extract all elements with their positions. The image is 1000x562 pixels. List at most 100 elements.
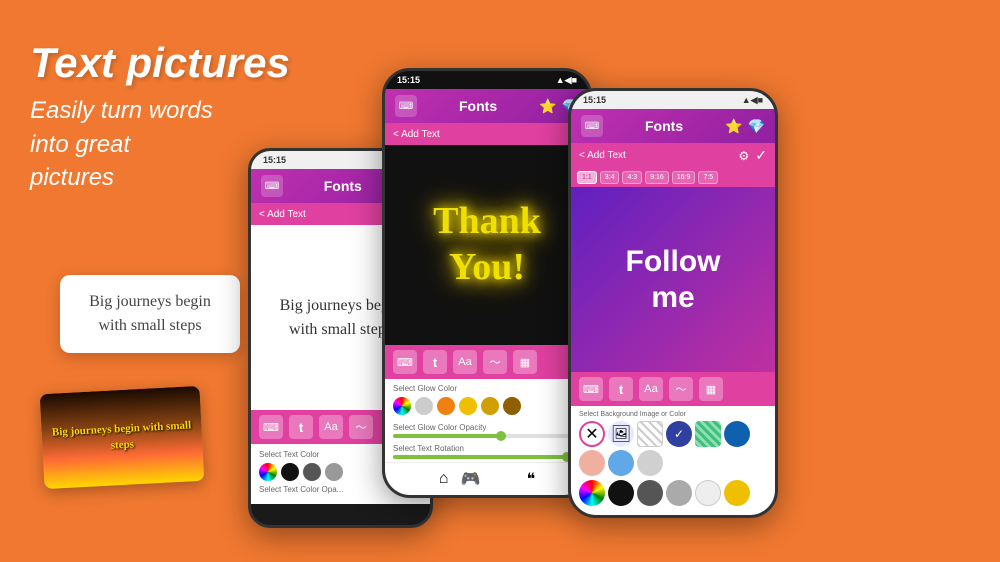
- glow-gold-swatch[interactable]: [481, 397, 499, 415]
- phone2-keyboard-icon[interactable]: ⌨: [395, 95, 417, 117]
- phone3-fill: [579, 516, 767, 518]
- glow-yellow-swatch[interactable]: [459, 397, 477, 415]
- slider-thumb[interactable]: [496, 431, 506, 441]
- stripe-swatch[interactable]: [637, 421, 663, 447]
- phone-2: 15:15 ▲◀■ ⌨ Fonts ⭐ 💎 < Add Text ⚙ Thank…: [382, 68, 592, 498]
- phone2-curve[interactable]: 〜: [483, 350, 507, 374]
- phone3-slider[interactable]: [579, 516, 767, 518]
- bg-white-swatch[interactable]: [695, 480, 721, 506]
- glow-opacity-slider[interactable]: [393, 434, 581, 438]
- phone2-toolbar: ⌨ t Aa 〜 ▦: [385, 345, 589, 379]
- card-photo-text: Big journeys begin with small steps: [49, 418, 194, 456]
- glow-color-section: Select Glow Color: [385, 379, 589, 420]
- polkadot-swatch[interactable]: [608, 450, 634, 476]
- phone3-curve[interactable]: 〜: [669, 377, 693, 401]
- phone2-align[interactable]: Aa: [453, 350, 477, 374]
- phone3-extra[interactable]: ▦: [699, 377, 723, 401]
- phone1-back-text: < Add Text: [259, 209, 306, 220]
- ps-nav-icon[interactable]: Ps: [492, 471, 514, 488]
- phone3-status-bar: 15:15 ▲◀■: [571, 91, 775, 109]
- ratio-16-9[interactable]: 16:9: [672, 171, 696, 184]
- card-white: Big journeys begin with small steps: [60, 275, 240, 353]
- follow-me-text: Follow me: [626, 244, 721, 316]
- keyboard-toolbar-icon[interactable]: ⌨: [259, 415, 283, 439]
- text-style-icon[interactable]: t: [289, 415, 313, 439]
- darkgray-swatch[interactable]: [303, 463, 321, 481]
- phone3-sub-bar[interactable]: < Add Text ⚙ ✓: [571, 143, 775, 168]
- phone2-status-bar: 15:15 ▲◀■: [385, 71, 589, 89]
- ratio-3-4[interactable]: 3:4: [600, 171, 620, 184]
- bg-image-section: Select Background Image or Color ✕ 🖼 ✓: [571, 406, 775, 511]
- text-rotation-label: Select Text Rotation: [393, 444, 581, 453]
- phone3-align[interactable]: Aa: [639, 377, 663, 401]
- card-photo: Big journeys begin with small steps: [40, 386, 205, 489]
- ratio-7-5[interactable]: 7:5: [698, 171, 718, 184]
- glow-rainbow-swatch[interactable]: [393, 397, 411, 415]
- phone2-back-text: < Add Text: [393, 129, 440, 140]
- phone2-top-bar: ⌨ Fonts ⭐ 💎: [385, 89, 589, 123]
- slider-fill: [393, 434, 506, 438]
- phone-3: 15:15 ▲◀■ ⌨ Fonts ⭐ 💎 < Add Text ⚙ ✓ 1:1…: [568, 88, 778, 518]
- phone3-back-text: < Add Text: [579, 150, 626, 161]
- phone2-extra[interactable]: ▦: [513, 350, 537, 374]
- glow-lightgray-swatch[interactable]: [415, 397, 433, 415]
- phone2-text-style[interactable]: t: [423, 350, 447, 374]
- phone3-toolbar: ⌨ t Aa 〜 ▦: [571, 372, 775, 406]
- phone3-top-bar: ⌨ Fonts ⭐ 💎: [571, 109, 775, 143]
- text-rotation-row: Select Text Rotation: [385, 441, 589, 462]
- bg-swatches: ✕ 🖼 ✓: [579, 421, 767, 476]
- lightgray-swatch[interactable]: [637, 450, 663, 476]
- glow-darkgold-swatch[interactable]: [503, 397, 521, 415]
- curve-icon[interactable]: 〜: [349, 415, 373, 439]
- check-pattern-swatch[interactable]: [695, 421, 721, 447]
- image-picker-icon[interactable]: 🖼: [608, 421, 634, 447]
- ratio-bar: 1:1 3:4 4:3 9:16 16:9 7:5: [571, 168, 775, 187]
- phone3-keyboard-icon[interactable]: ⌨: [581, 115, 603, 137]
- bg-medgray-swatch[interactable]: [666, 480, 692, 506]
- phone2-star-icon: ⭐: [539, 98, 556, 115]
- ratio-1-1[interactable]: 1:1: [577, 171, 597, 184]
- phone2-bottom-nav: ⌂ 🎮 Ps ❝: [385, 462, 589, 495]
- quote-nav-icon[interactable]: ❝: [527, 469, 536, 489]
- hero-title: Text pictures: [30, 40, 290, 86]
- bg-rainbow-swatch[interactable]: [579, 480, 605, 506]
- phone3-gear-icon[interactable]: ⚙: [739, 149, 750, 163]
- phone3-star-icon: ⭐: [725, 118, 742, 135]
- bg-label: Select Background Image or Color: [579, 411, 767, 418]
- game-nav-icon[interactable]: 🎮: [460, 469, 480, 489]
- text-rotation-slider[interactable]: [393, 455, 581, 459]
- phone2-sub-bar[interactable]: < Add Text ⚙: [385, 123, 589, 145]
- bg-yellow-swatch[interactable]: [724, 480, 750, 506]
- darkblue-swatch[interactable]: [724, 421, 750, 447]
- peach-swatch[interactable]: [579, 450, 605, 476]
- phone3-keyboard-toolbar[interactable]: ⌨: [579, 377, 603, 401]
- card-white-text: Big journeys begin with small steps: [75, 290, 225, 338]
- glow-opacity-label: Select Glow Color Opacity: [393, 423, 581, 432]
- rotation-fill: [393, 455, 572, 459]
- ratio-9-16[interactable]: 9:16: [645, 171, 669, 184]
- bg-black-swatch[interactable]: [608, 480, 634, 506]
- black-swatch[interactable]: [281, 463, 299, 481]
- medgray-swatch[interactable]: [325, 463, 343, 481]
- phone3-slider-row: [571, 511, 775, 518]
- phone3-thumb[interactable]: [757, 513, 767, 518]
- home-nav-icon[interactable]: ⌂: [439, 470, 449, 488]
- bg-swatches-row2: [579, 480, 767, 506]
- thank-you-text: Thank You!: [433, 199, 541, 290]
- glow-opacity-row: Select Glow Color Opacity: [385, 420, 589, 441]
- phone3-fonts-title: Fonts: [603, 118, 725, 134]
- ratio-4-3[interactable]: 4:3: [622, 171, 642, 184]
- close-bg-btn[interactable]: ✕: [579, 421, 605, 447]
- rainbow-swatch[interactable]: [259, 463, 277, 481]
- phone3-text-style[interactable]: t: [609, 377, 633, 401]
- phone3-gem-icon: 💎: [748, 118, 765, 135]
- glow-orange-swatch[interactable]: [437, 397, 455, 415]
- phone3-check-icon[interactable]: ✓: [755, 147, 767, 164]
- phone2-keyboard-toolbar[interactable]: ⌨: [393, 350, 417, 374]
- bg-darkgray-swatch[interactable]: [637, 480, 663, 506]
- check-blue-swatch[interactable]: ✓: [666, 421, 692, 447]
- glow-swatches: [393, 397, 581, 415]
- phone2-canvas: Thank You!: [385, 145, 589, 345]
- text-align-icon[interactable]: Aa: [319, 415, 343, 439]
- keyboard-icon[interactable]: ⌨: [261, 175, 283, 197]
